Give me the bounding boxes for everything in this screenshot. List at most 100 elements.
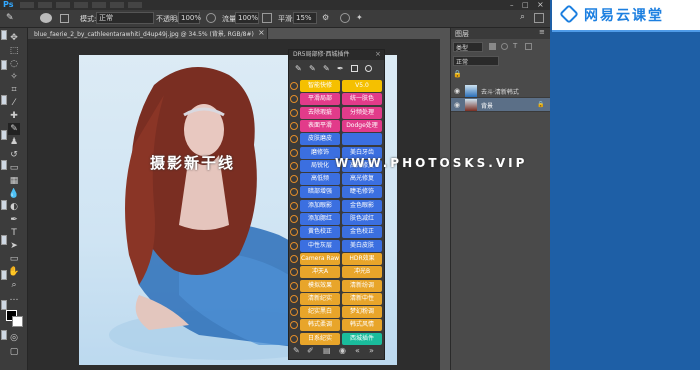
brush-settings-icon[interactable] xyxy=(60,14,69,23)
menu-item[interactable] xyxy=(92,2,106,8)
menu-item[interactable] xyxy=(128,2,142,8)
path-selection-tool-icon[interactable]: ➤ xyxy=(8,240,20,252)
move-tool-icon[interactable]: ✥ xyxy=(8,32,20,44)
smoothing-input[interactable]: 15% xyxy=(293,12,317,24)
filter-shape-icon[interactable] xyxy=(525,43,532,50)
desktop-shortcut-icon[interactable] xyxy=(1,95,7,105)
plugin-button[interactable]: 清新纪实 xyxy=(300,292,340,305)
brush-icon[interactable]: ✎ xyxy=(323,64,330,73)
menu-item[interactable] xyxy=(20,2,34,8)
opacity-input[interactable]: 100% xyxy=(178,12,201,24)
filter-adjust-icon[interactable] xyxy=(501,43,508,50)
desktop-shortcut-icon[interactable] xyxy=(1,130,7,140)
menu-item[interactable] xyxy=(110,2,124,8)
screen-mode-icon[interactable]: ▢ xyxy=(8,346,20,358)
plugin-button[interactable]: 表面平滑 xyxy=(300,119,340,132)
plugin-button[interactable]: 去除瑕疵 xyxy=(300,106,340,119)
plugin-button[interactable]: 添加眼影 xyxy=(300,199,340,212)
hand-tool-icon[interactable]: ✋ xyxy=(8,266,20,278)
smoothing-settings-icon[interactable]: ⚙ xyxy=(322,13,329,22)
plugin-button[interactable]: 平滑局部 xyxy=(300,93,340,106)
shape-tool-icon[interactable]: ▭ xyxy=(8,253,20,265)
plugin-button[interactable]: 冲光B xyxy=(342,266,382,279)
lock-icon[interactable]: 🔒 xyxy=(453,70,462,78)
brush-preset-picker[interactable] xyxy=(40,13,52,23)
desktop-shortcut-icon[interactable] xyxy=(1,330,7,340)
workspace-icon[interactable] xyxy=(534,13,544,23)
plugin-button[interactable]: Camera Raw xyxy=(300,252,340,265)
blend-mode-select[interactable]: 正常 xyxy=(453,56,499,66)
plugin-button[interactable] xyxy=(342,133,382,146)
plugin-button[interactable]: 美白皮肤 xyxy=(342,239,382,252)
pen-tool-icon[interactable]: ✒ xyxy=(8,214,20,226)
brush-tool-icon[interactable]: ✎ xyxy=(6,13,14,23)
dodge-tool-icon[interactable]: ◐ xyxy=(8,201,20,213)
brush-tool-icon[interactable]: ✎ xyxy=(8,123,20,135)
plugin-button[interactable]: 暗部增强 xyxy=(300,186,340,199)
back-icon[interactable]: « xyxy=(355,346,360,355)
desktop-shortcut-icon[interactable] xyxy=(1,160,7,170)
plugin-button[interactable]: 金色眼影 xyxy=(342,199,382,212)
visibility-eye-icon[interactable]: ◉ xyxy=(454,87,460,95)
brush-icon[interactable]: ✎ xyxy=(295,64,302,73)
healing-brush-tool-icon[interactable]: ✚ xyxy=(8,110,20,122)
desktop-shortcut-icon[interactable] xyxy=(1,60,7,70)
gradient-tool-icon[interactable]: ▦ xyxy=(8,175,20,187)
eraser-tool-icon[interactable]: ▭ xyxy=(8,162,20,174)
plugin-button[interactable]: 智能快修 xyxy=(300,80,340,92)
plugin-button[interactable]: 纪实黑白 xyxy=(300,306,340,319)
crop-tool-icon[interactable]: ⌗ xyxy=(8,84,20,96)
type-tool-icon[interactable]: T xyxy=(8,227,20,239)
desktop-shortcut-icon[interactable] xyxy=(1,270,7,280)
circle-icon[interactable] xyxy=(365,65,372,72)
rectangle-icon[interactable] xyxy=(351,65,358,72)
plugin-button[interactable]: 中性灰层 xyxy=(300,239,340,252)
brush-icon[interactable]: ✎ xyxy=(309,64,316,73)
menu-item[interactable] xyxy=(56,2,70,8)
panel-menu-icon[interactable]: ≡ xyxy=(539,28,545,36)
layer-row[interactable]: ◉ 去斗·清新韩式 xyxy=(451,84,550,98)
layer-filter-select[interactable]: 类型 xyxy=(453,42,483,52)
plugin-button[interactable]: 统一肤色 xyxy=(342,93,382,106)
forward-icon[interactable]: » xyxy=(369,346,374,355)
plugin-button[interactable]: Dodge处理 xyxy=(342,119,382,132)
document-tab-close-icon[interactable]: × xyxy=(258,28,265,37)
plugin-button[interactable]: 肤色减红 xyxy=(342,213,382,225)
magic-wand-tool-icon[interactable]: ✧ xyxy=(8,71,20,83)
airbrush-icon[interactable] xyxy=(262,13,272,23)
pressure-opacity-icon[interactable] xyxy=(206,13,216,23)
desktop-shortcut-icon[interactable] xyxy=(1,235,7,245)
maximize-icon[interactable]: □ xyxy=(522,1,529,9)
plugin-button[interactable]: 皮肤磨皮 xyxy=(300,133,340,146)
flow-input[interactable]: 100% xyxy=(235,12,259,24)
lasso-tool-icon[interactable]: ◌ xyxy=(8,58,20,70)
eye-icon[interactable]: ◉ xyxy=(339,346,346,355)
close-icon[interactable]: × xyxy=(537,0,544,9)
layers-tab[interactable]: 图层 xyxy=(455,29,469,39)
plugin-button[interactable]: 清新纷调 xyxy=(342,279,382,292)
plugin-button[interactable]: 睫毛修饰 xyxy=(342,186,382,199)
plugin-button[interactable]: 西城插件 xyxy=(342,332,382,345)
plugin-button[interactable]: 韩式风情 xyxy=(342,319,382,332)
pen-icon[interactable]: ✎ xyxy=(293,346,300,355)
history-brush-tool-icon[interactable]: ↺ xyxy=(8,149,20,161)
pen-icon[interactable]: ✒ xyxy=(337,64,344,73)
more-tools-icon[interactable]: … xyxy=(8,292,20,304)
document-tab[interactable]: blue_faerie_2_by_cathleentarawhiti_d4up4… xyxy=(28,28,268,39)
mode-select[interactable]: 正常 xyxy=(96,12,154,24)
plugin-panel-close-icon[interactable]: × xyxy=(375,50,381,58)
quick-mask-icon[interactable]: ◎ xyxy=(8,332,20,344)
marquee-tool-icon[interactable]: ⬚ xyxy=(8,45,20,57)
desktop-shortcut-icon[interactable] xyxy=(1,200,7,210)
blur-tool-icon[interactable]: 💧 xyxy=(8,188,20,200)
plugin-button[interactable]: 黄色校正 xyxy=(300,226,340,239)
eyedropper-tool-icon[interactable]: ⁄ xyxy=(8,97,20,109)
layer-row[interactable]: ◉ 背景 🔒 xyxy=(451,98,550,112)
pressure-size-icon[interactable] xyxy=(340,13,350,23)
brush-icon[interactable]: ✐ xyxy=(307,346,314,355)
symmetry-icon[interactable]: ✦ xyxy=(356,13,363,22)
layers-icon[interactable]: ▤ xyxy=(323,346,331,355)
background-color-swatch[interactable] xyxy=(12,316,23,327)
plugin-button[interactable]: V5.0 xyxy=(342,80,382,92)
desktop-shortcut-icon[interactable] xyxy=(1,300,7,310)
